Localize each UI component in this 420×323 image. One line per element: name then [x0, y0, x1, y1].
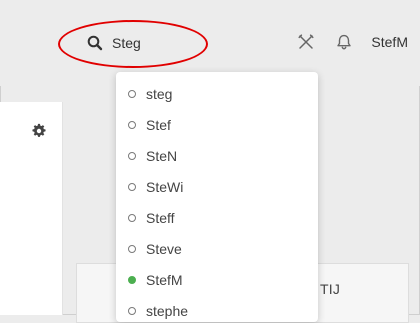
status-offline-icon — [128, 151, 136, 160]
status-offline-icon — [128, 244, 136, 253]
user-suggestion-label: SteWi — [146, 178, 184, 195]
top-actions: StefM — [295, 30, 408, 54]
status-online-icon — [128, 275, 136, 284]
user-suggestion-item[interactable]: Steff — [116, 202, 318, 233]
user-suggestion-label: Steve — [146, 240, 182, 257]
user-suggestions-list: steg Stef SteN SteWi Steff Steve StefM s… — [116, 72, 318, 322]
user-suggestion-item[interactable]: StefM — [116, 264, 318, 295]
status-offline-icon — [128, 213, 136, 222]
user-suggestion-label: Stef — [146, 116, 171, 133]
gear-icon[interactable] — [29, 121, 49, 141]
user-suggestion-item[interactable]: steg — [116, 78, 318, 109]
status-offline-icon — [128, 120, 136, 129]
status-offline-icon — [128, 306, 136, 315]
user-suggestion-item[interactable]: Steve — [116, 233, 318, 264]
status-offline-icon — [128, 89, 136, 98]
user-suggestion-item[interactable]: SteN — [116, 140, 318, 171]
user-suggestion-label: SteN — [146, 147, 178, 164]
search-input[interactable] — [112, 35, 182, 51]
status-offline-icon — [128, 182, 136, 191]
user-suggestions-dropdown: steg Stef SteN SteWi Steff Steve StefM s… — [116, 72, 318, 322]
user-suggestion-label: Steff — [146, 209, 175, 226]
search-box — [86, 31, 182, 55]
user-suggestion-item[interactable]: stephe — [116, 295, 318, 322]
user-suggestion-label: steg — [146, 85, 173, 102]
search-icon[interactable] — [86, 34, 104, 52]
bell-icon[interactable] — [333, 31, 355, 53]
user-menu[interactable]: StefM — [371, 34, 408, 50]
user-suggestion-item[interactable]: Stef — [116, 109, 318, 140]
user-suggestion-label: stephe — [146, 302, 189, 319]
tools-icon[interactable] — [295, 31, 317, 53]
user-suggestion-label: StefM — [146, 271, 183, 288]
user-suggestion-item[interactable]: SteWi — [116, 171, 318, 202]
background-card-label: TIJ — [320, 281, 341, 297]
